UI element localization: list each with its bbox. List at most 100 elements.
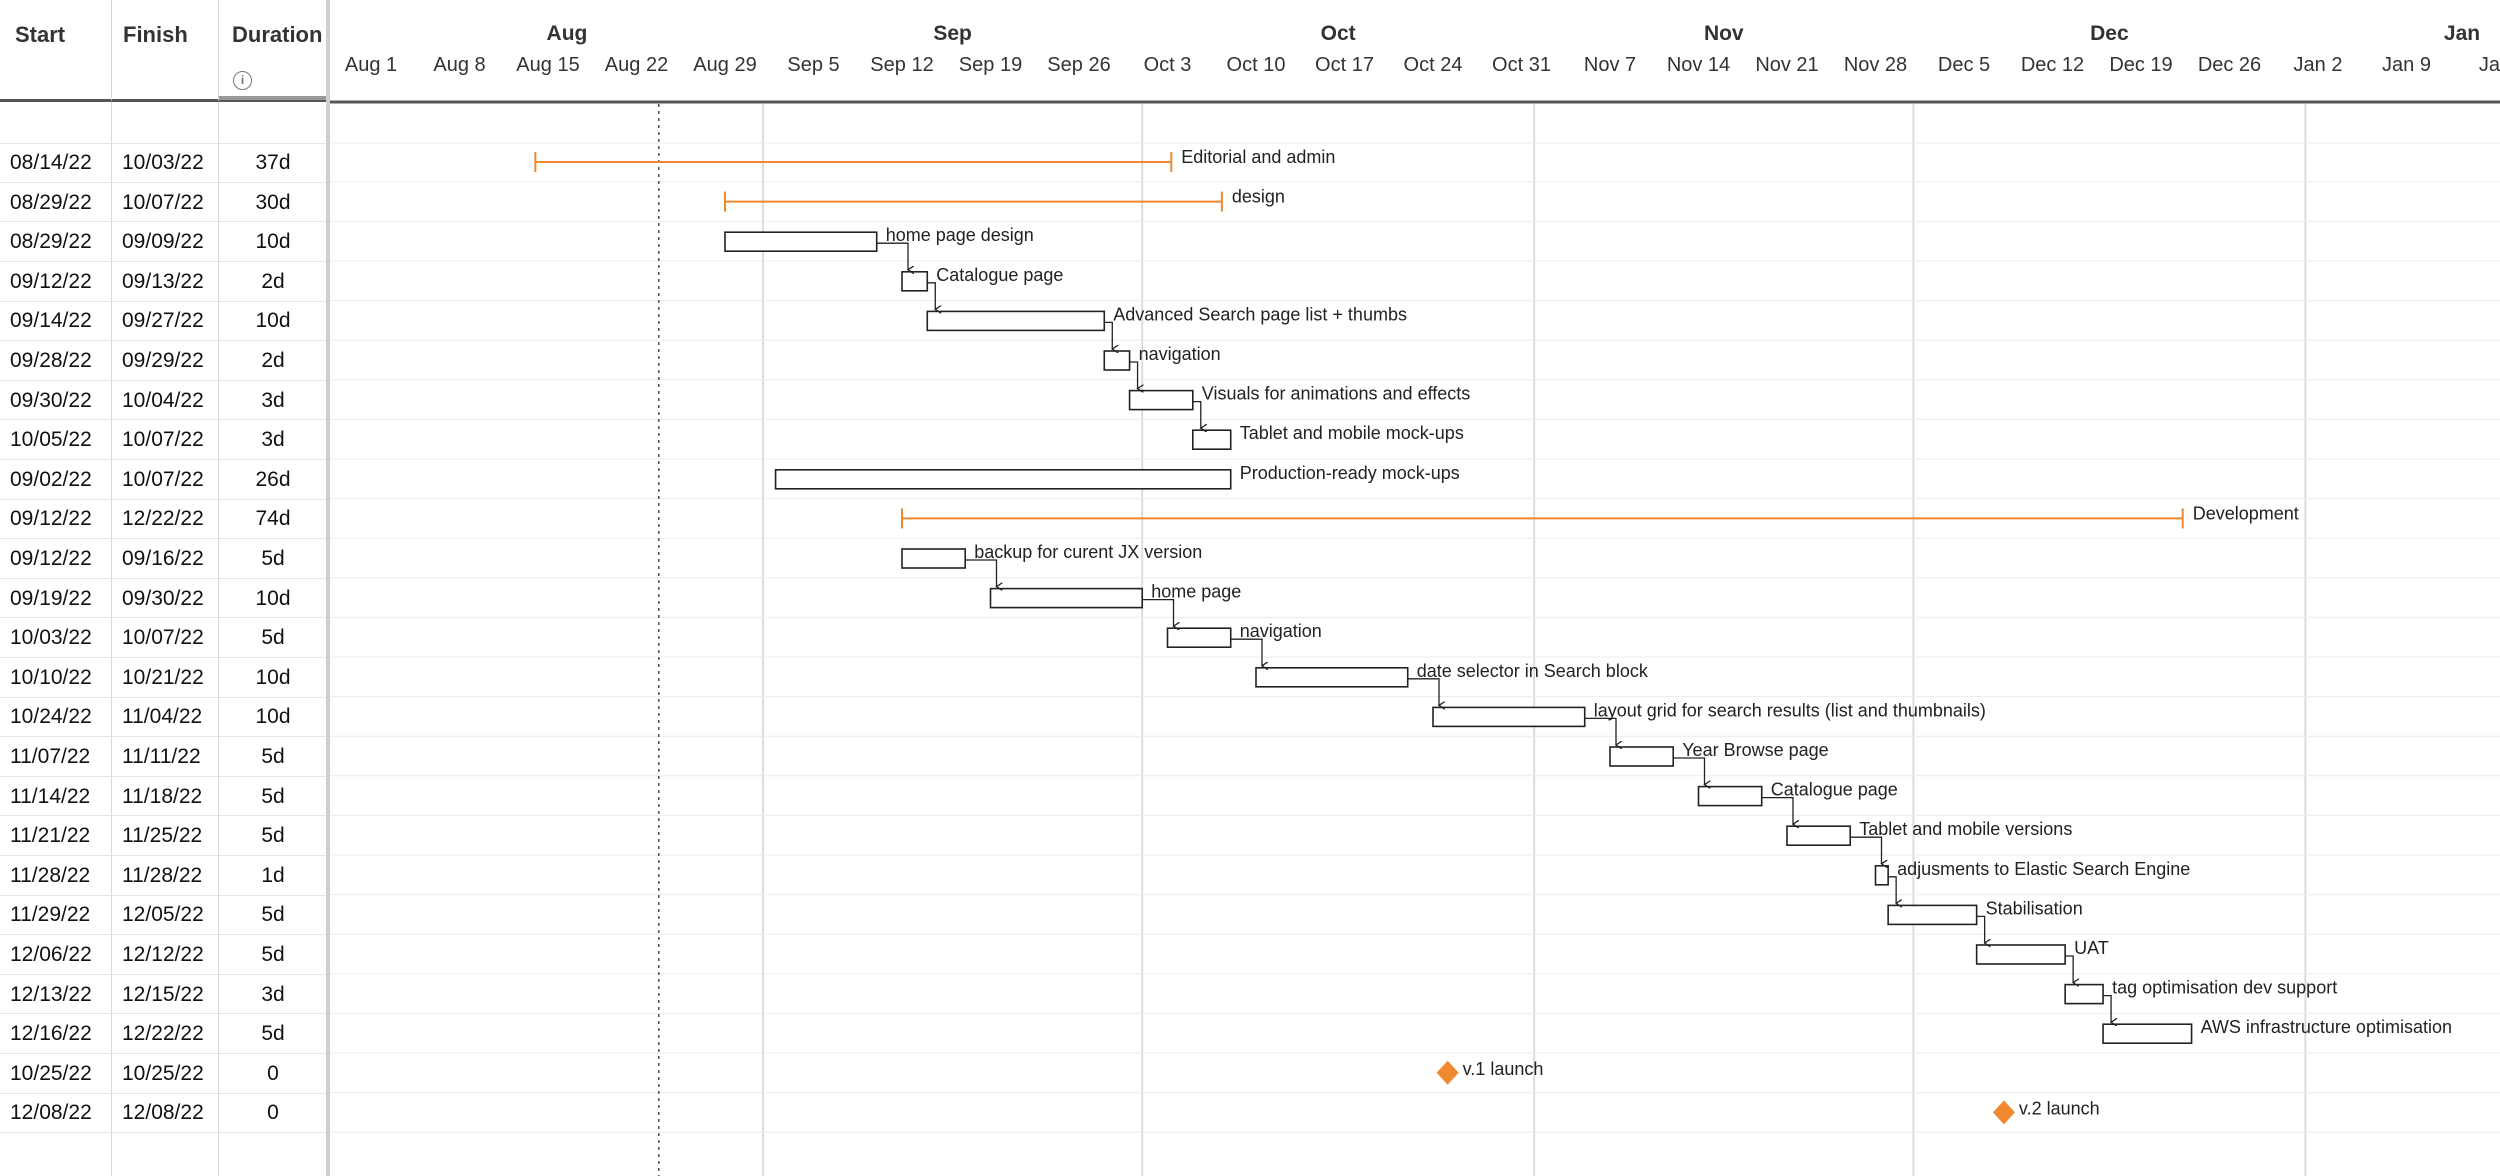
start-column-header[interactable]: Start — [0, 0, 112, 102]
task-bar[interactable] — [1432, 706, 1586, 728]
task-bar[interactable] — [1697, 785, 1763, 807]
finish-date-cell[interactable]: 09/09/22 — [122, 230, 204, 254]
duration-cell[interactable]: 5d — [219, 903, 327, 927]
duration-cell[interactable]: 0 — [219, 1062, 327, 1086]
task-bar[interactable] — [2064, 983, 2104, 1005]
duration-cell[interactable]: 30d — [219, 191, 327, 215]
duration-cell[interactable]: 74d — [219, 507, 327, 531]
finish-date-cell[interactable]: 12/12/22 — [122, 943, 204, 967]
start-date-cell[interactable]: 10/05/22 — [10, 428, 92, 452]
start-date-cell[interactable]: 09/12/22 — [10, 547, 92, 571]
finish-date-cell[interactable]: 11/04/22 — [122, 705, 202, 729]
finish-date-cell[interactable]: 09/29/22 — [122, 349, 204, 373]
finish-date-cell[interactable]: 10/07/22 — [122, 428, 204, 452]
finish-date-cell[interactable]: 10/07/22 — [122, 468, 204, 492]
start-date-cell[interactable]: 10/25/22 — [10, 1062, 92, 1086]
task-bar[interactable] — [774, 468, 1232, 490]
start-date-cell[interactable]: 10/24/22 — [10, 705, 92, 729]
finish-date-cell[interactable]: 09/16/22 — [122, 547, 204, 571]
task-bar[interactable] — [901, 548, 967, 569]
start-date-cell[interactable]: 10/03/22 — [10, 626, 92, 650]
duration-cell[interactable]: 3d — [219, 983, 327, 1007]
task-bar[interactable] — [1786, 825, 1852, 847]
start-date-cell[interactable]: 12/06/22 — [10, 943, 92, 967]
finish-date-cell[interactable]: 12/22/22 — [122, 1022, 204, 1046]
task-bar[interactable] — [1874, 864, 1889, 886]
info-icon[interactable]: i — [233, 71, 252, 90]
start-date-cell[interactable]: 11/14/22 — [10, 785, 90, 809]
finish-date-cell[interactable]: 12/05/22 — [122, 903, 204, 927]
duration-cell[interactable]: 1d — [219, 864, 327, 888]
task-bar[interactable] — [989, 587, 1144, 609]
finish-date-cell[interactable]: 10/25/22 — [122, 1062, 204, 1086]
finish-date-cell[interactable]: 11/25/22 — [122, 824, 202, 848]
duration-cell[interactable]: 5d — [219, 547, 327, 571]
duration-cell[interactable]: 10d — [219, 705, 327, 729]
start-date-cell[interactable]: 12/08/22 — [10, 1101, 92, 1125]
duration-cell[interactable]: 10d — [219, 587, 327, 611]
start-date-cell[interactable]: 12/13/22 — [10, 983, 92, 1007]
duration-cell[interactable]: 26d — [219, 468, 327, 492]
duration-cell[interactable]: 5d — [219, 785, 327, 809]
duration-cell[interactable]: 0 — [219, 1101, 327, 1125]
finish-date-cell[interactable]: 09/27/22 — [122, 309, 204, 333]
start-date-cell[interactable]: 11/29/22 — [10, 903, 90, 927]
start-date-cell[interactable]: 12/16/22 — [10, 1022, 92, 1046]
task-bar[interactable] — [1609, 746, 1675, 767]
finish-date-cell[interactable]: 09/13/22 — [122, 270, 204, 294]
task-bar[interactable] — [926, 310, 1106, 332]
start-date-cell[interactable]: 09/28/22 — [10, 349, 92, 373]
finish-date-cell[interactable]: 11/28/22 — [122, 864, 202, 888]
finish-date-cell[interactable]: 11/18/22 — [122, 785, 202, 809]
finish-date-cell[interactable]: 11/11/22 — [122, 745, 201, 769]
start-date-cell[interactable]: 09/12/22 — [10, 507, 92, 531]
finish-date-cell[interactable]: 12/22/22 — [122, 507, 204, 531]
start-date-cell[interactable]: 08/29/22 — [10, 230, 92, 254]
milestone-diamond[interactable] — [1992, 1100, 2015, 1125]
duration-column-header[interactable]: Duration i — [219, 0, 328, 102]
duration-cell[interactable]: 2d — [219, 349, 327, 373]
duration-cell[interactable]: 3d — [219, 428, 327, 452]
start-date-cell[interactable]: 11/21/22 — [10, 824, 90, 848]
task-bar[interactable] — [724, 231, 878, 252]
start-date-cell[interactable]: 11/07/22 — [10, 745, 90, 769]
duration-cell[interactable]: 37d — [219, 151, 327, 175]
start-date-cell[interactable]: 09/12/22 — [10, 270, 92, 294]
task-bar[interactable] — [1166, 627, 1232, 649]
task-bar[interactable] — [1103, 350, 1131, 371]
duration-cell[interactable]: 3d — [219, 389, 327, 413]
finish-date-cell[interactable]: 10/21/22 — [122, 666, 204, 690]
duration-cell[interactable]: 5d — [219, 824, 327, 848]
duration-cell[interactable]: 5d — [219, 943, 327, 967]
finish-date-cell[interactable]: 10/07/22 — [122, 626, 204, 650]
duration-cell[interactable]: 10d — [219, 230, 327, 254]
finish-date-cell[interactable]: 09/30/22 — [122, 587, 204, 611]
finish-date-cell[interactable]: 10/03/22 — [122, 151, 204, 175]
start-date-cell[interactable]: 11/28/22 — [10, 864, 90, 888]
task-bar[interactable] — [1128, 389, 1194, 411]
task-bar[interactable] — [1887, 904, 1978, 926]
finish-date-cell[interactable]: 10/04/22 — [122, 389, 204, 413]
finish-date-cell[interactable]: 12/08/22 — [122, 1101, 204, 1125]
milestone-diamond[interactable] — [1436, 1060, 1459, 1085]
task-bar[interactable] — [1975, 944, 2066, 965]
start-date-cell[interactable]: 09/02/22 — [10, 468, 92, 492]
task-bar[interactable] — [1191, 429, 1232, 451]
duration-cell[interactable]: 5d — [219, 745, 327, 769]
finish-date-cell[interactable]: 10/07/22 — [122, 191, 204, 215]
duration-cell[interactable]: 10d — [219, 666, 327, 690]
task-bar[interactable] — [901, 270, 929, 292]
start-date-cell[interactable]: 08/14/22 — [10, 151, 92, 175]
finish-column-header[interactable]: Finish — [112, 0, 219, 102]
start-date-cell[interactable]: 09/30/22 — [10, 389, 92, 413]
task-bar[interactable] — [1255, 666, 1409, 688]
start-date-cell[interactable]: 09/14/22 — [10, 309, 92, 333]
finish-date-cell[interactable]: 12/15/22 — [122, 983, 204, 1007]
start-date-cell[interactable]: 09/19/22 — [10, 587, 92, 611]
duration-cell[interactable]: 5d — [219, 626, 327, 650]
start-date-cell[interactable]: 10/10/22 — [10, 666, 92, 690]
task-bar[interactable] — [2102, 1023, 2193, 1044]
duration-cell[interactable]: 2d — [219, 270, 327, 294]
duration-cell[interactable]: 10d — [219, 309, 327, 333]
duration-cell[interactable]: 5d — [219, 1022, 327, 1046]
